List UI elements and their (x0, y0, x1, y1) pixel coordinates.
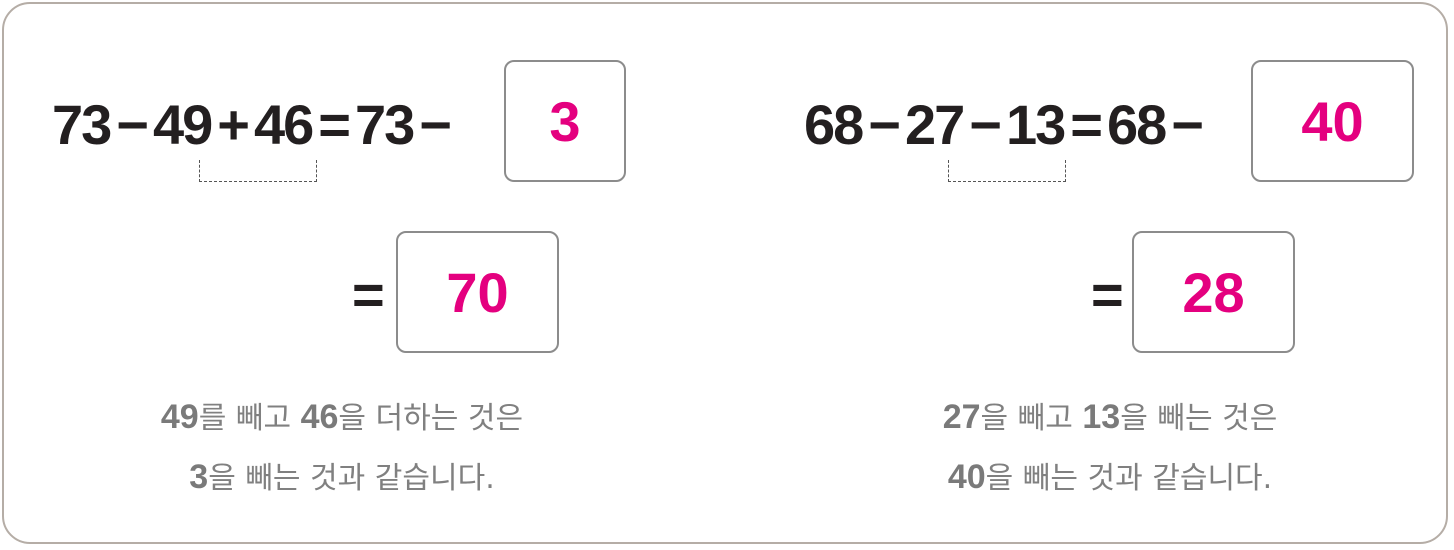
minus-sign: − (1171, 92, 1204, 156)
answer-box-2: 70 (396, 231, 559, 353)
grouping-bracket (948, 160, 1066, 182)
explanation-line-2: 3을 빼는 것과 같습니다. (189, 458, 495, 496)
equals-sign: = (318, 92, 351, 156)
expression: 68 − 27 − 13 = 68 − (804, 88, 1208, 160)
minus-sign: − (116, 92, 149, 156)
equals-sign: = (1070, 92, 1103, 156)
problem-right: 68 − 27 − 13 = 68 − 40 = 28 27을 빼고 13을 빼… (727, 0, 1454, 550)
answer-box-1: 40 (1251, 60, 1414, 182)
plus-sign: + (217, 92, 250, 156)
expression: 73 − 49 + 46 = 73 − (52, 88, 456, 160)
minus-sign: − (419, 92, 452, 156)
operand-b: 49 (153, 92, 213, 156)
operand-d: 68 (1107, 92, 1167, 156)
operand-a: 73 (52, 92, 112, 156)
answer-box-1: 3 (504, 60, 626, 182)
equals-sign: = (352, 263, 385, 326)
explanation-line-1: 27을 빼고 13을 빼는 것은 (942, 398, 1278, 436)
equals-sign: = (1091, 263, 1124, 326)
explanation: 27을 빼고 13을 빼는 것은 40을 빼는 것과 같습니다. (830, 388, 1390, 508)
minus-sign: − (868, 92, 901, 156)
operand-a: 68 (804, 92, 864, 156)
operand-c: 46 (254, 92, 314, 156)
explanation: 49를 빼고 46을 더하는 것은 3을 빼는 것과 같습니다. (62, 388, 622, 508)
problem-left: 73 − 49 + 46 = 73 − 3 = 70 49를 빼고 46을 더하… (0, 0, 727, 550)
operand-c: 13 (1006, 92, 1066, 156)
minus-sign: − (969, 92, 1002, 156)
grouping-bracket (199, 160, 317, 182)
operand-b: 27 (905, 92, 965, 156)
answer-box-2: 28 (1132, 231, 1295, 353)
operand-d: 73 (355, 92, 415, 156)
explanation-line-1: 49를 빼고 46을 더하는 것은 (160, 398, 524, 436)
explanation-line-2: 40을 빼는 것과 같습니다. (947, 458, 1273, 496)
